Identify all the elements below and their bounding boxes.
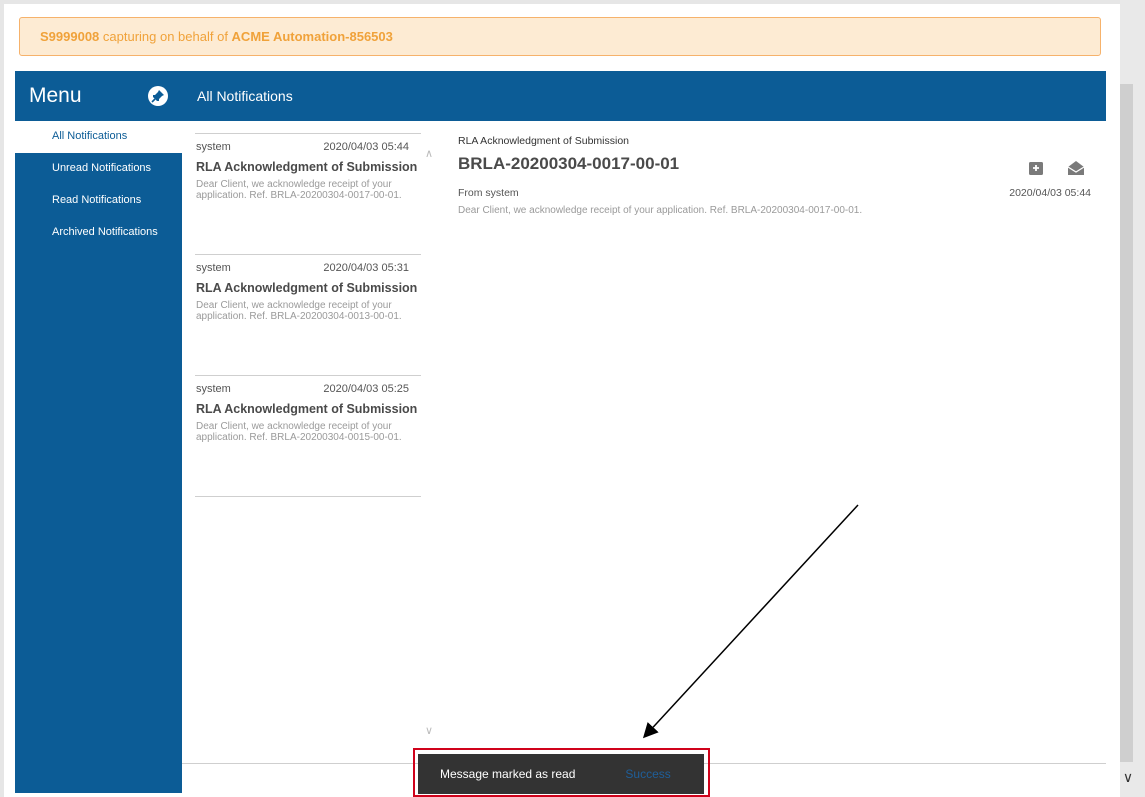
message-preview: Dear Client, we acknowledge receipt of y…	[196, 300, 402, 322]
list-item[interactable]: system 2020/04/03 05:31 RLA Acknowledgme…	[195, 254, 421, 375]
pin-icon[interactable]	[148, 86, 168, 106]
page-scrollbar[interactable]	[1120, 84, 1133, 762]
message-preview: Dear Client, we acknowledge receipt of y…	[196, 179, 402, 201]
list-item-meta: system 2020/04/03 05:44	[195, 141, 421, 153]
list-item[interactable]: system 2020/04/03 05:25 RLA Acknowledgme…	[195, 375, 421, 496]
sidebar: Menu All Notifications Unread Notificati…	[15, 71, 182, 793]
message-preview: Dear Client, we acknowledge receipt of y…	[196, 421, 402, 443]
annotation-highlight-box	[413, 748, 710, 797]
banner-text: capturing on behalf of	[99, 29, 232, 44]
banner-org: ACME Automation-856503	[231, 29, 393, 44]
message-date: 2020/04/03 05:25	[323, 383, 409, 395]
sidebar-item-read-notifications[interactable]: Read Notifications	[15, 185, 182, 217]
list-item[interactable]: system 2020/04/03 05:44 RLA Acknowledgme…	[195, 133, 421, 254]
message-date: 2020/04/03 05:31	[323, 262, 409, 274]
envelope-open-icon[interactable]	[1067, 159, 1085, 177]
message-date: 2020/04/03 05:44	[323, 141, 409, 153]
message-title: RLA Acknowledgment of Submission	[196, 402, 418, 416]
sidebar-item-archived-notifications[interactable]: Archived Notifications	[15, 217, 182, 249]
page-title: All Notifications	[182, 71, 1106, 121]
detail-actions	[1027, 159, 1085, 177]
sidebar-header: Menu	[15, 71, 182, 121]
message-title: RLA Acknowledgment of Submission	[196, 160, 418, 174]
list-scroll-up-icon[interactable]: ∧	[423, 147, 435, 160]
detail-body: Dear Client, we acknowledge receipt of y…	[458, 205, 863, 216]
message-list: system 2020/04/03 05:44 RLA Acknowledgme…	[195, 133, 437, 797]
detail-title: BRLA-20200304-0017-00-01	[458, 154, 680, 173]
list-item-meta: system 2020/04/03 05:25	[195, 383, 421, 395]
message-title: RLA Acknowledgment of Submission	[196, 281, 418, 295]
sidebar-item-all-notifications[interactable]: All Notifications	[15, 121, 182, 153]
list-end-divider	[195, 496, 421, 497]
detail-date: 2020/04/03 05:44	[1009, 187, 1091, 199]
pin-icon-glyph	[151, 90, 164, 103]
archive-icon[interactable]	[1027, 159, 1045, 177]
sidebar-item-unread-notifications[interactable]: Unread Notifications	[15, 153, 182, 185]
message-sender: system	[196, 141, 231, 153]
detail-subtitle: RLA Acknowledgment of Submission	[458, 135, 630, 147]
message-detail: RLA Acknowledgment of Submission BRLA-20…	[458, 135, 1091, 335]
detail-from: From system	[458, 187, 519, 199]
banner-user-id: S9999008	[40, 29, 100, 44]
list-item-meta: system 2020/04/03 05:31	[195, 262, 421, 274]
impersonation-banner: S9999008 capturing on behalf of ACME Aut…	[19, 17, 1101, 56]
message-sender: system	[196, 262, 231, 274]
sidebar-nav: All Notifications Unread Notifications R…	[15, 121, 182, 249]
page-scroll-down-icon[interactable]: ∨	[1119, 766, 1137, 788]
detail-meta: From system 2020/04/03 05:44	[458, 187, 1091, 199]
menu-title: Menu	[29, 84, 82, 107]
list-scroll-down-icon[interactable]: ∨	[423, 724, 435, 737]
message-sender: system	[196, 383, 231, 395]
